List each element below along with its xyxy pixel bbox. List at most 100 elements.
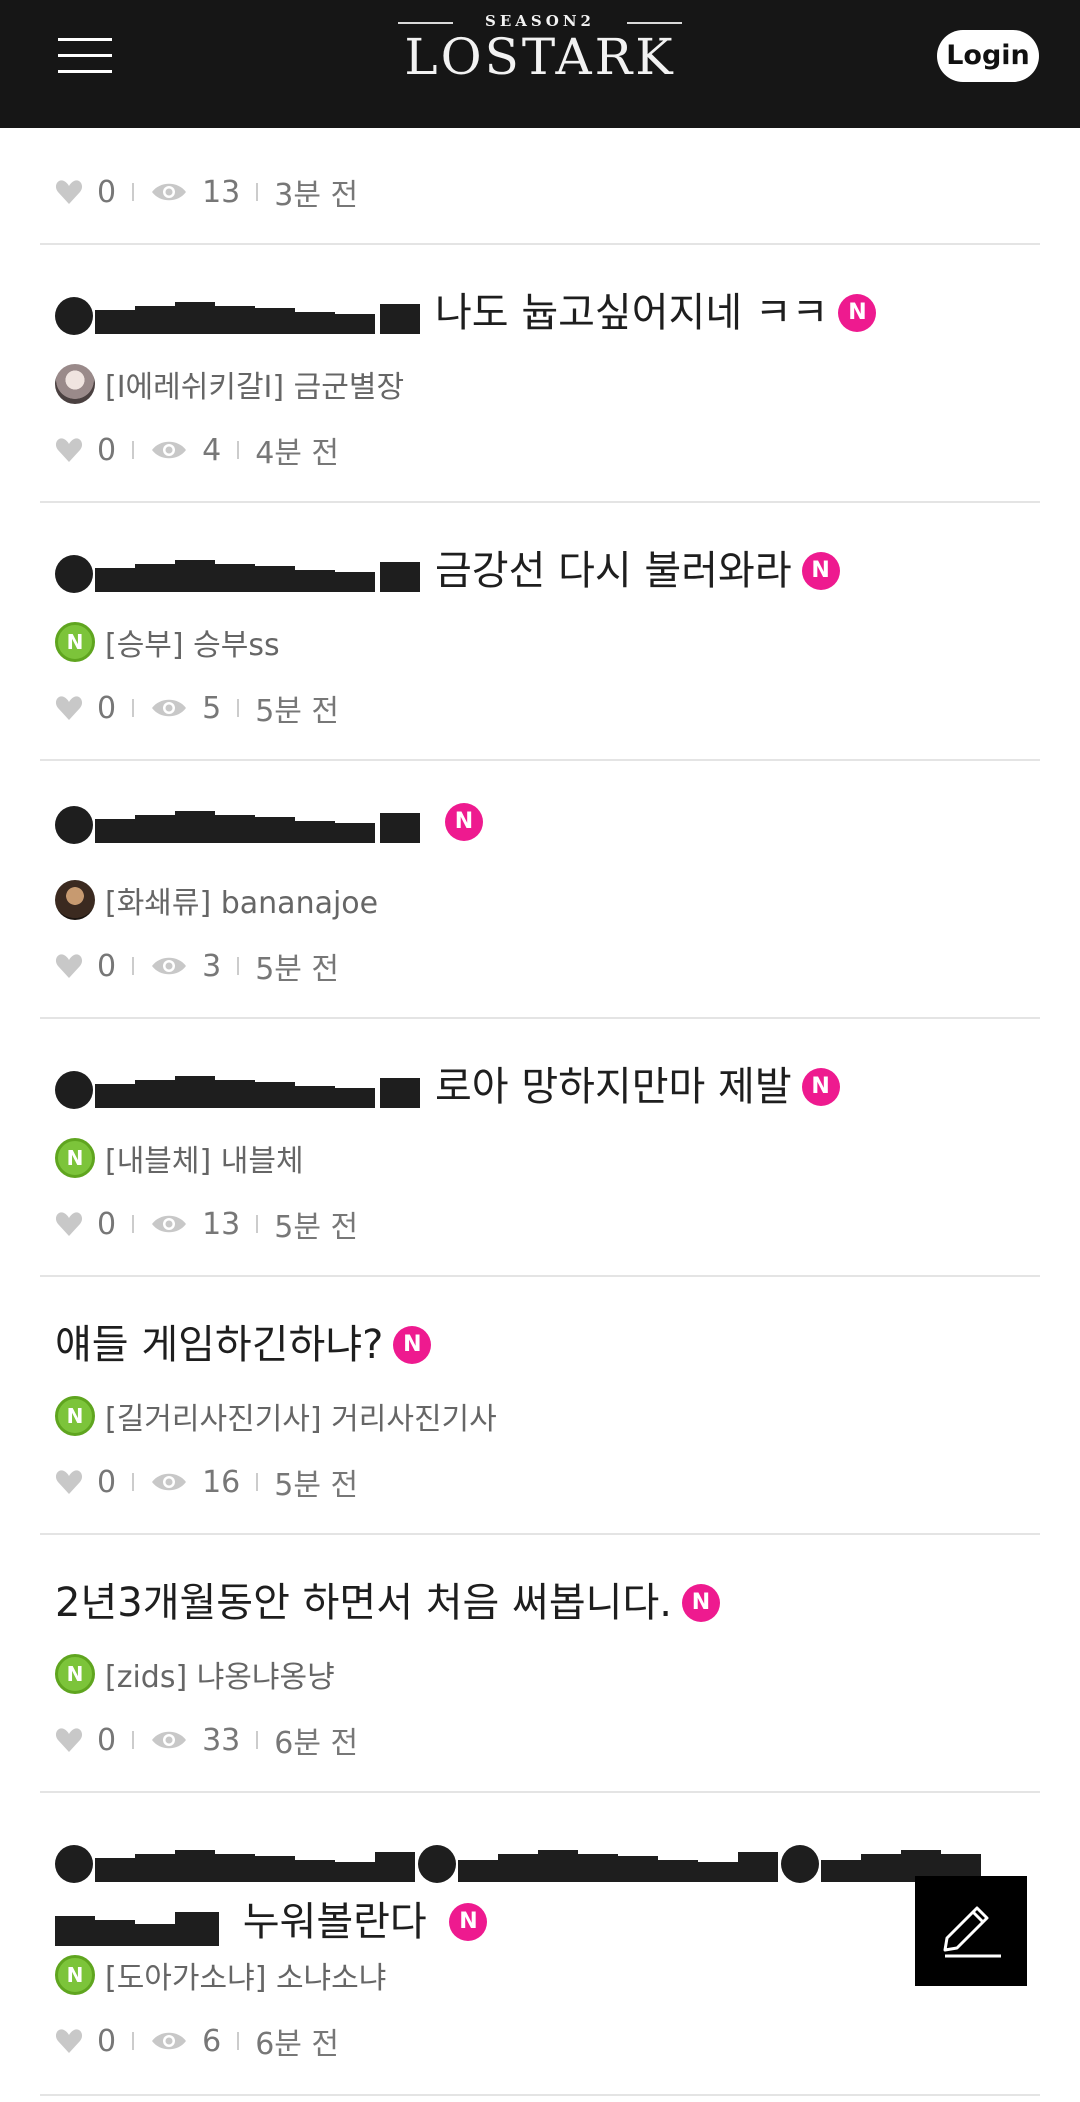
heart-icon[interactable] [55,1727,83,1753]
heart-icon[interactable] [55,179,83,205]
heart-icon[interactable] [55,1211,83,1237]
new-badge: N [393,1326,432,1364]
avatar [55,880,95,920]
heart-icon[interactable] [55,437,83,463]
post-time: 5분 전 [255,694,340,729]
author-name: [내블체] 내블체 [105,1144,304,1179]
post-time: 5분 전 [274,1468,359,1503]
eye-icon [152,699,187,717]
avatar: N [55,622,95,662]
post-title-text: 금강선 다시 불러와라 [435,548,792,594]
post-meta: 0 13 5분 전 [55,1202,358,1246]
post-author[interactable]: [I에레쉬키갈I] 금군별장 [55,362,404,406]
post-meta: 0 5 5분 전 [55,686,339,730]
view-count: 33 [202,1722,241,1758]
list-item[interactable]: 누워볼란다 N N [도아가소냐] 소냐소냐 0 6 6분 전 [40,1793,1040,2094]
list-item[interactable]: 로아 망하지만마 제발 N N [내블체] 내블체 0 13 5분 전 [40,1019,1040,1277]
meta-divider [237,441,240,459]
new-badge: N [801,1068,840,1106]
avatar: N [55,1955,95,1995]
author-name: [도아가소냐] 소냐소냐 [105,1961,387,1996]
meta-divider [132,2032,135,2050]
censored-text-block [55,296,425,335]
meta-divider [237,699,240,717]
meta-divider [132,957,135,975]
post-meta: 0 33 6분 전 [55,1718,358,1762]
meta-divider [256,183,259,201]
post-title[interactable]: 얘들 게임하긴하냐? N [55,1319,432,1371]
like-count: 0 [97,948,117,984]
eye-icon [152,1215,187,1233]
heart-icon[interactable] [55,1469,83,1495]
author-name: [zids] 냐옹냐옹냥 [105,1660,335,1695]
post-title[interactable]: 누워볼란다 N [55,1833,1035,1951]
post-time: 5분 전 [274,1210,359,1245]
list-item[interactable]: 금강선 다시 불러와라 N N [승부] 승부ss 0 5 5분 전 [40,503,1040,761]
eye-icon [152,1731,187,1749]
new-badge: N [838,294,877,332]
post-author[interactable]: [화쇄류] bananajoe [55,878,378,922]
post-author[interactable]: N [승부] 승부ss [55,620,280,664]
censored-text-block [55,1070,425,1109]
like-count: 0 [97,1464,117,1500]
list-item[interactable]: 2년3개월동안 하면서 처음 써봅니다. N N [zids] 냐옹냐옹냥 0 … [40,1535,1040,1793]
avatar: N [55,1654,95,1694]
meta-divider [132,1215,135,1233]
new-badge: N [445,803,483,841]
write-post-button[interactable] [915,1876,1027,1986]
post-title[interactable]: 2년3개월동안 하면서 처음 써봅니다. N [55,1577,720,1629]
post-title-text: 얘들 게임하긴하냐? [55,1322,384,1368]
censored-text-block [55,554,425,593]
heart-icon[interactable] [55,2028,83,2054]
meta-divider [132,1473,135,1491]
post-title[interactable]: 나도 늅고싶어지네 ㅋㅋ N [55,287,877,339]
author-name: [길거리사진기사] 거리사진기사 [105,1402,497,1437]
divider [40,2094,1040,2096]
new-badge: N [681,1584,720,1622]
new-badge: N [801,552,840,590]
avatar: N [55,1138,95,1178]
eye-icon [152,183,187,201]
post-time: 6분 전 [255,2027,340,2062]
avatar: N [55,1396,95,1436]
view-count: 4 [202,432,222,468]
eye-icon [152,957,187,975]
post-meta: 0 13 3분 전 [55,170,358,214]
meta-divider [256,1473,259,1491]
meta-divider [237,2032,240,2050]
list-item[interactable]: N [화쇄류] bananajoe 0 3 5분 전 [40,761,1040,1019]
censored-text-block [55,1844,1015,1884]
post-title[interactable]: 금강선 다시 불러와라 N [55,545,840,597]
meta-divider [237,957,240,975]
meta-divider [132,183,135,201]
like-count: 0 [97,1206,117,1242]
post-title-text: 나도 늅고싶어지네 ㅋㅋ [435,290,829,336]
post-meta: 0 16 5분 전 [55,1460,358,1504]
post-author[interactable]: N [내블체] 내블체 [55,1136,304,1180]
post-title-text: 누워볼란다 [242,1899,427,1945]
list-item[interactable]: 0 13 3분 전 [40,0,1040,245]
heart-icon[interactable] [55,695,83,721]
post-author[interactable]: N [길거리사진기사] 거리사진기사 [55,1394,497,1438]
new-badge: N [449,1903,488,1941]
post-meta: 0 3 5분 전 [55,944,339,988]
like-count: 0 [97,432,117,468]
censored-text-block [55,1908,220,1946]
list-item[interactable]: 나도 늅고싶어지네 ㅋㅋ N [I에레쉬키갈I] 금군별장 0 4 4분 전 [40,245,1040,503]
post-title[interactable]: N [55,803,483,844]
list-item[interactable]: 얘들 게임하긴하냐? N N [길거리사진기사] 거리사진기사 0 16 5분 … [40,1277,1040,1535]
heart-icon[interactable] [55,953,83,979]
post-title[interactable]: 로아 망하지만마 제발 N [55,1061,840,1113]
meta-divider [132,441,135,459]
eye-icon [152,441,187,459]
eye-icon [152,1473,187,1491]
post-author[interactable]: N [도아가소냐] 소냐소냐 [55,1953,386,1997]
view-count: 6 [202,2023,222,2059]
avatar [55,364,95,404]
meta-divider [256,1731,259,1749]
post-time: 4분 전 [255,436,340,471]
like-count: 0 [97,174,117,210]
post-author[interactable]: N [zids] 냐옹냐옹냥 [55,1652,335,1696]
meta-divider [256,1215,259,1233]
post-time: 3분 전 [274,178,359,213]
